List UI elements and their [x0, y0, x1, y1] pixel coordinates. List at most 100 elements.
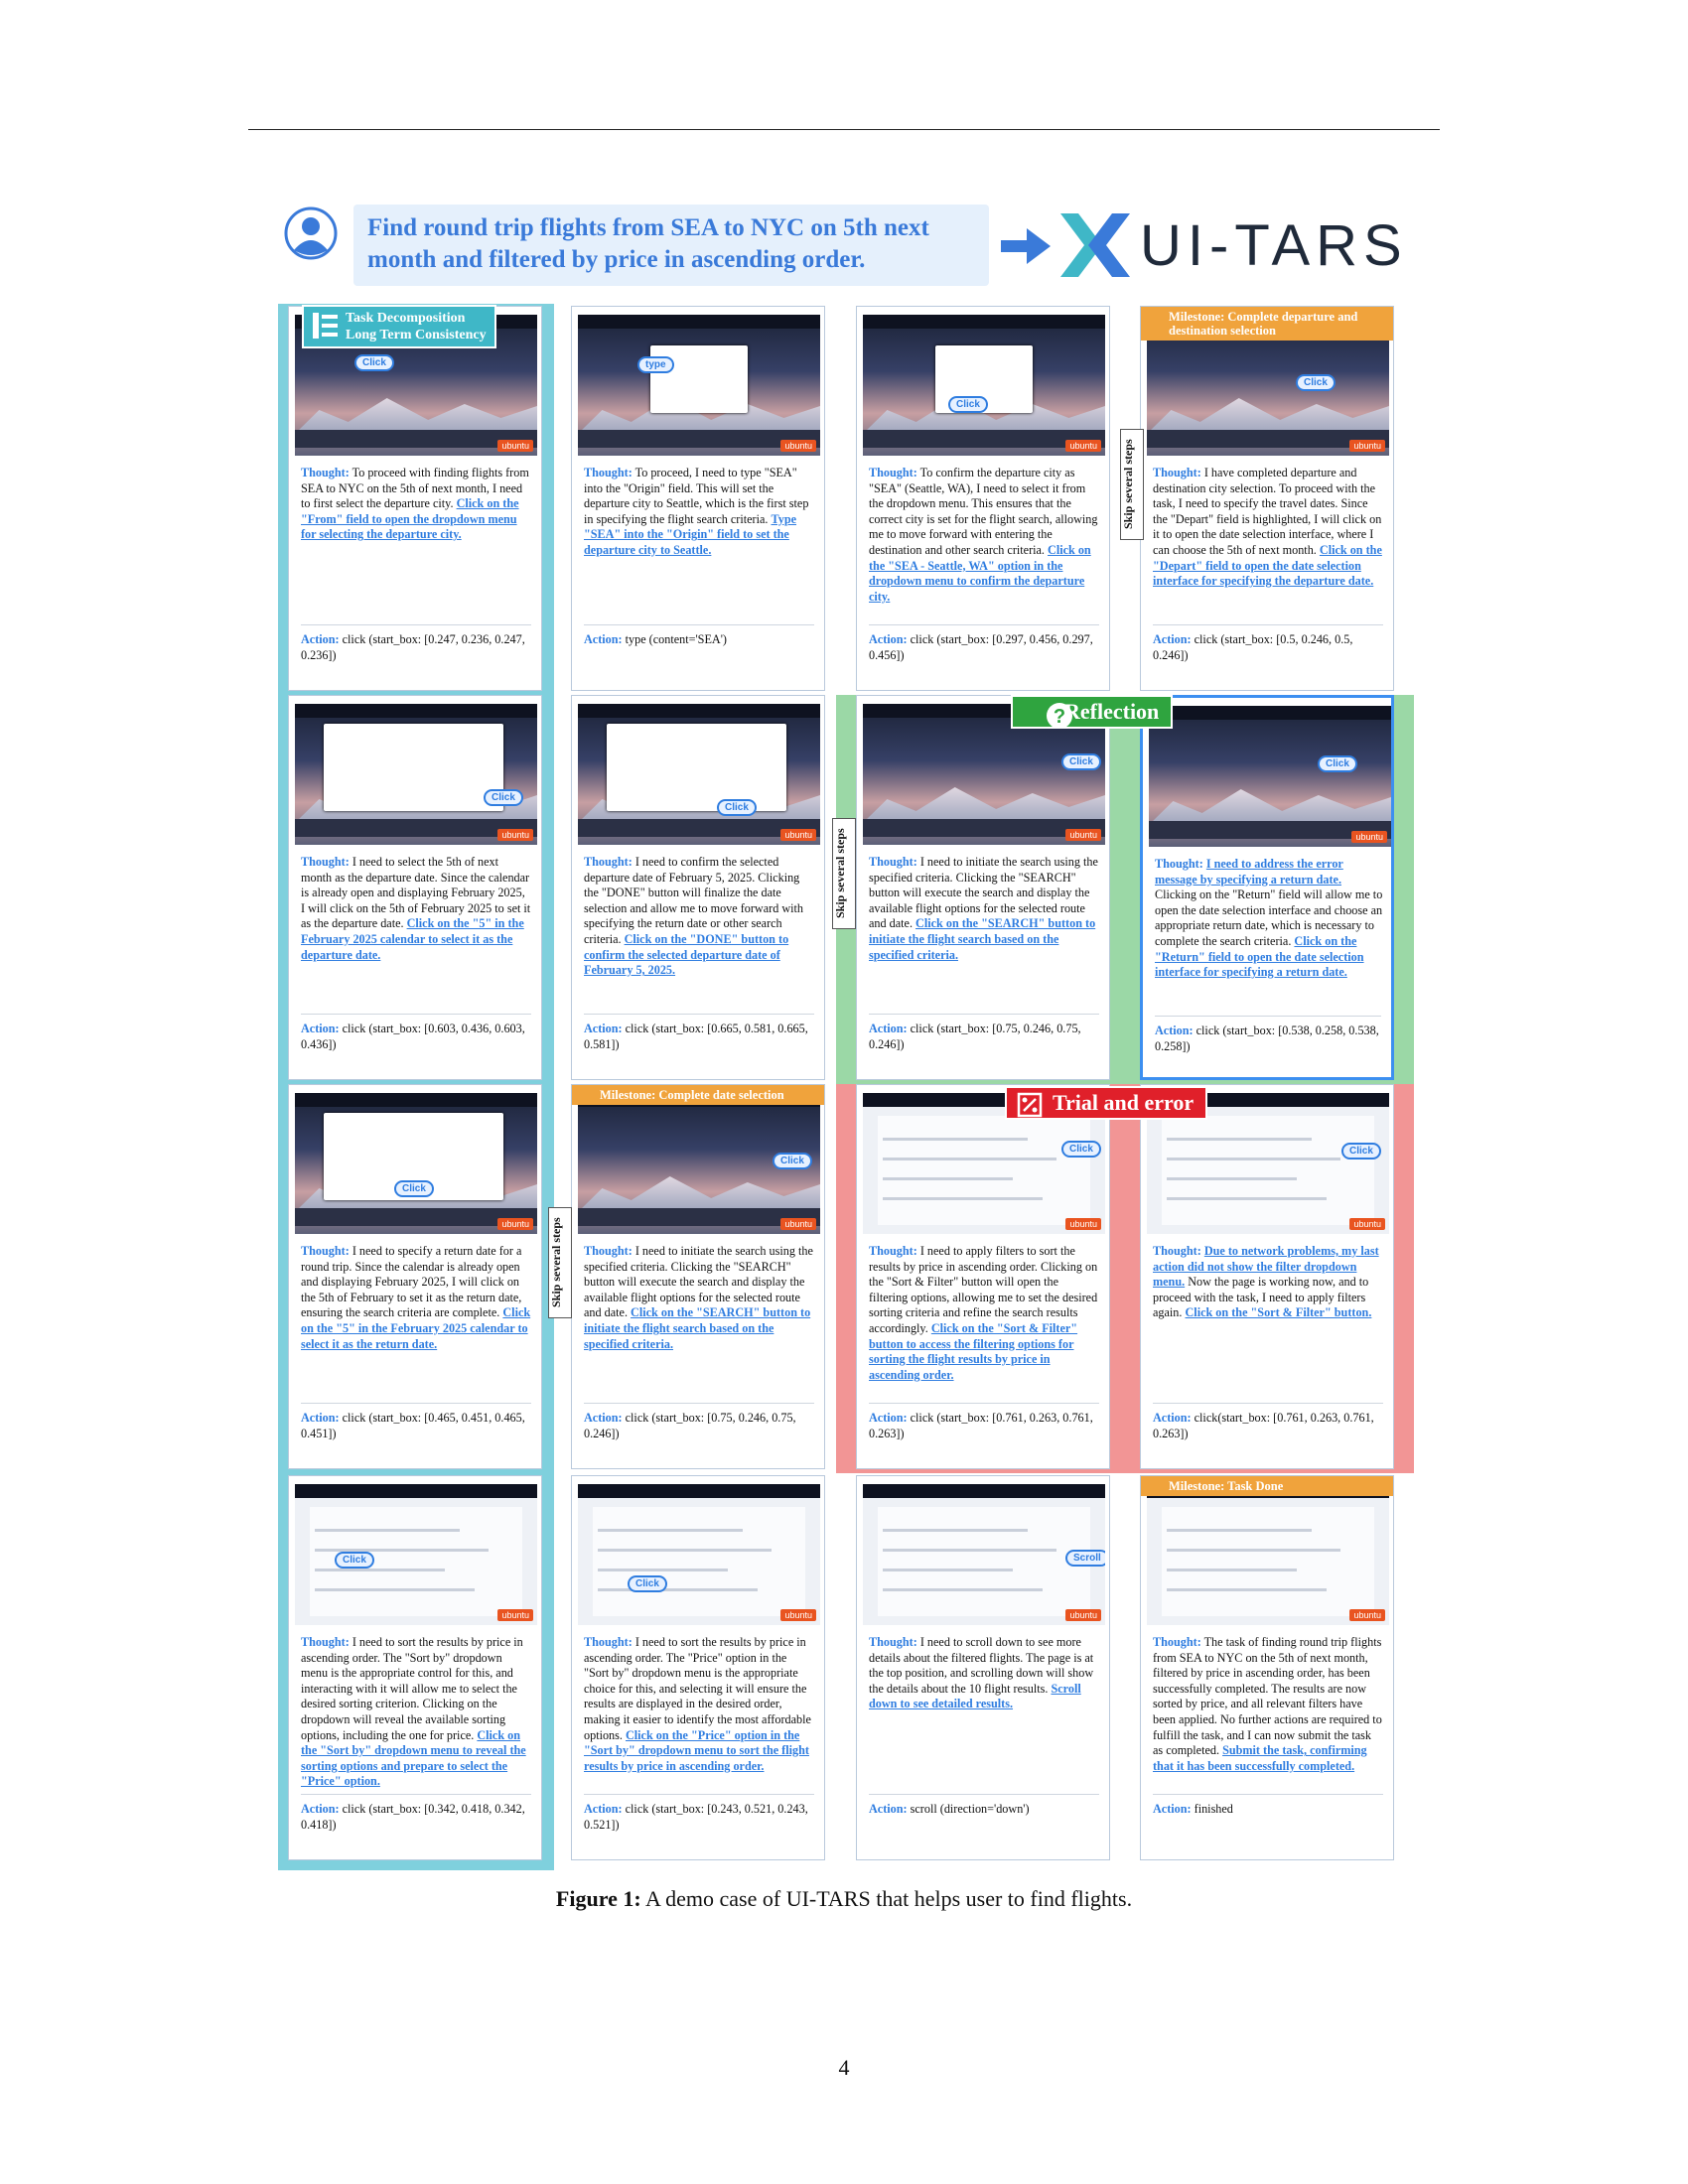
- caption-text: A demo case of UI-TARS that helps user t…: [644, 1886, 1133, 1911]
- action-text: Action: finished: [1153, 1802, 1383, 1818]
- page-number: 4: [838, 2055, 850, 2080]
- step-screenshot: ubuntu Click: [295, 704, 537, 845]
- thought-text: Thought: I need to scroll down to see mo…: [869, 1635, 1099, 1712]
- card-divider: [869, 624, 1099, 625]
- mountain-image: [863, 787, 1105, 823]
- card-divider: [584, 624, 814, 625]
- reflection-tag: Reflection: [1011, 695, 1174, 729]
- step-screenshot: ubuntu Click: [295, 1093, 537, 1234]
- step-card: ubuntu Click Thought: To proceed with find…: [288, 306, 542, 691]
- result-row: [597, 1569, 729, 1572]
- thought-label: Thought:: [301, 466, 350, 479]
- step-card: ubuntu Click Thought: Due to network probl…: [1140, 1084, 1394, 1469]
- action-text: Action: click (start_box: [0.75, 0.246, …: [584, 1411, 814, 1441]
- ui-tars-logo-icon: [1060, 213, 1130, 277]
- action-text: Action: click(start_box: [0.761, 0.263, …: [1153, 1411, 1383, 1441]
- result-row: [1166, 1529, 1312, 1533]
- thought-text: Thought: To proceed, I need to type "SEA…: [584, 466, 814, 559]
- action-text: Action: click (start_box: [0.603, 0.436,…: [301, 1022, 531, 1052]
- scroll-bubble: Scroll: [1065, 1550, 1105, 1567]
- step-screenshot: ubuntu Click: [578, 1093, 820, 1234]
- action-label: Action:: [869, 1802, 908, 1816]
- result-row: [1166, 1138, 1312, 1142]
- step-screenshot: ubuntu Scroll: [863, 1484, 1105, 1625]
- card-divider: [301, 1014, 531, 1015]
- thought-label: Thought:: [1153, 466, 1201, 479]
- thought-label: Thought:: [869, 855, 917, 869]
- card-divider: [584, 1403, 814, 1404]
- action-value: finished: [1194, 1802, 1233, 1816]
- results-panel: [1161, 1506, 1375, 1617]
- top-rule: [248, 129, 1440, 130]
- thought-text: Thought: Due to network problems, my las…: [1153, 1244, 1383, 1321]
- step-card: ubuntu Click Milestone: Complete date sele…: [571, 1084, 825, 1469]
- ubuntu-badge: ubuntu: [497, 1609, 533, 1621]
- action-text: Action: click (start_box: [0.465, 0.451,…: [301, 1411, 531, 1441]
- action-label: Action:: [1153, 1802, 1192, 1816]
- step-card: ubuntu Click Thought: To confirm the depar…: [856, 306, 1110, 691]
- action-text: Action: scroll (direction='down'): [869, 1802, 1099, 1818]
- action-label: Action:: [869, 632, 908, 646]
- result-row: [1166, 1588, 1327, 1592]
- step-screenshot: ubuntu Click: [1149, 706, 1391, 847]
- task-decomposition-label: Task Decomposition: [346, 311, 466, 326]
- action-label: Action:: [1153, 632, 1192, 646]
- milestone-banner: Milestone: Task Done: [1141, 1476, 1393, 1496]
- action-text: Action: click (start_box: [0.538, 0.258,…: [1155, 1024, 1385, 1054]
- click-bubble: Click: [1061, 1141, 1101, 1158]
- step-card: ubuntu Click Thought: I need to sort the r…: [288, 1475, 542, 1860]
- step-card: ubuntu Click Thought: I need to sort the r…: [571, 1475, 825, 1860]
- browser-toolbar: [295, 1484, 537, 1498]
- ubuntu-badge: ubuntu: [1065, 829, 1101, 841]
- click-bubble: Click: [354, 354, 394, 371]
- ubuntu-badge: ubuntu: [780, 829, 816, 841]
- thought-text: Thought: I need to address the error mes…: [1155, 857, 1385, 981]
- action-text: Action: type (content='SEA'): [584, 632, 814, 648]
- step-card: ubuntu Click Thought: I need to select the…: [288, 695, 542, 1080]
- figure-caption: Figure 1: A demo case of UI-TARS that he…: [0, 1886, 1688, 1912]
- card-divider: [869, 1403, 1099, 1404]
- action-text: Action: click (start_box: [0.665, 0.581,…: [584, 1022, 814, 1052]
- results-panel: [1161, 1115, 1375, 1226]
- card-divider: [1153, 624, 1383, 625]
- step-screenshot: ubuntu type: [578, 315, 820, 456]
- action-label: Action:: [584, 1022, 623, 1035]
- card-divider: [301, 1794, 531, 1795]
- ubuntu-badge: ubuntu: [1065, 1218, 1101, 1230]
- results-panel: [592, 1506, 806, 1617]
- step-screenshot: ubuntu Click: [578, 1484, 820, 1625]
- action-label: Action:: [301, 1022, 340, 1035]
- ubuntu-badge: ubuntu: [1349, 1218, 1385, 1230]
- card-divider: [1153, 1403, 1383, 1404]
- thought-text: Thought: I have completed departure and …: [1153, 466, 1383, 590]
- step-card: ubuntu Click Thought: I need to address th…: [1140, 695, 1394, 1080]
- step-screenshot: ubuntu Click: [295, 1484, 537, 1625]
- skip-steps-label: Skip several steps: [832, 818, 856, 929]
- action-label: Action:: [869, 1022, 908, 1035]
- action-value: type (content='SEA'): [625, 632, 727, 646]
- thought-body: I need to sort the results by price in a…: [301, 1635, 523, 1742]
- step-screenshot: ubuntu Click: [863, 315, 1105, 456]
- thought-body: I need to sort the results by price in a…: [584, 1635, 811, 1742]
- result-row: [597, 1529, 743, 1533]
- browser-toolbar: [863, 315, 1105, 329]
- thought-text: Thought: I need to apply filters to sort…: [869, 1244, 1099, 1383]
- mountain-image: [1149, 789, 1391, 825]
- click-bubble: Click: [1318, 755, 1357, 772]
- trial-error-icon: [1017, 1092, 1043, 1118]
- click-bubble: Click: [1341, 1143, 1381, 1160]
- ubuntu-badge: ubuntu: [1349, 1609, 1385, 1621]
- action-label: Action:: [869, 1411, 908, 1425]
- result-row: [882, 1138, 1028, 1142]
- result-row: [1166, 1197, 1327, 1201]
- mountain-image: [578, 1176, 820, 1212]
- thought-label: Thought:: [1153, 1244, 1201, 1258]
- thought-body: The task of finding round trip flights f…: [1153, 1635, 1382, 1758]
- card-divider: [584, 1014, 814, 1015]
- action-label: Action:: [584, 632, 623, 646]
- thought-text: Thought: I need to specify a return date…: [301, 1244, 531, 1352]
- step-card: ubuntu Scroll Thought: I need to scroll do…: [856, 1475, 1110, 1860]
- brand-logo: UI-TARS: [1060, 210, 1408, 280]
- card-divider: [869, 1014, 1099, 1015]
- ubuntu-badge: ubuntu: [780, 1218, 816, 1230]
